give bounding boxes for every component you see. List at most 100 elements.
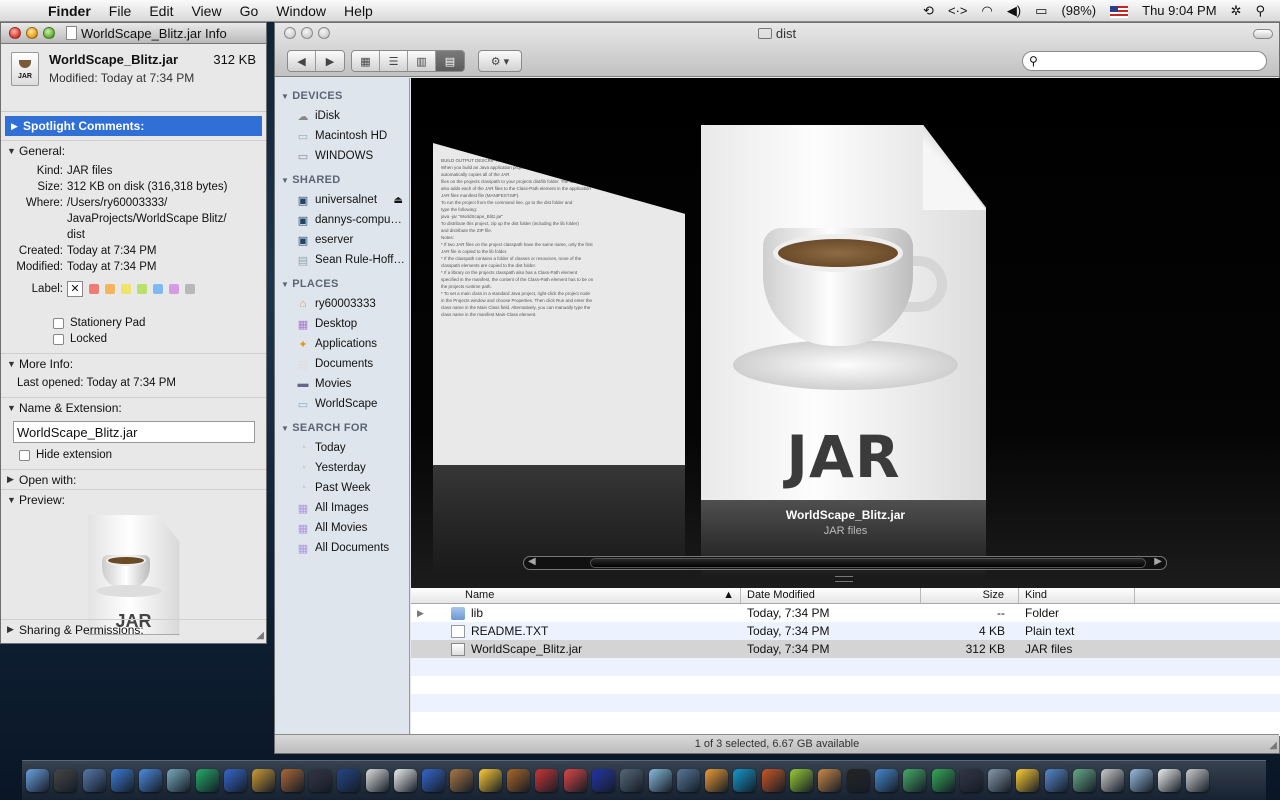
folder-icon[interactable] bbox=[1129, 769, 1153, 792]
column-kind[interactable]: Kind bbox=[1019, 588, 1135, 603]
sidebar-item-all-images[interactable]: ▦ All Images bbox=[275, 498, 409, 518]
sidebar-item-today[interactable]: ◔ Today bbox=[275, 438, 409, 458]
label-color-4[interactable] bbox=[153, 284, 163, 294]
clock[interactable]: Thu 9:04 PM bbox=[1135, 3, 1223, 18]
game-icon[interactable] bbox=[790, 769, 814, 792]
menu-view[interactable]: View bbox=[182, 3, 230, 19]
quicktime2-icon[interactable] bbox=[874, 769, 898, 792]
resize-grip-icon[interactable]: ◢ bbox=[1269, 740, 1277, 751]
timemachine-icon[interactable] bbox=[931, 769, 955, 792]
action-menu-button[interactable]: ⚙ ▾ bbox=[478, 50, 522, 72]
textedit-icon[interactable] bbox=[393, 769, 417, 792]
forward-button[interactable]: ▶ bbox=[316, 51, 344, 71]
sidebar-item-yesterday[interactable]: ◔ Yesterday bbox=[275, 458, 409, 478]
hide-extension-checkbox[interactable]: Hide extension bbox=[1, 447, 266, 463]
section-general[interactable]: ▼ General: bbox=[1, 140, 266, 160]
itunes-icon[interactable] bbox=[167, 769, 191, 792]
dvd-icon[interactable] bbox=[337, 769, 361, 792]
iphoto-icon[interactable] bbox=[450, 769, 474, 792]
sidebar-header-shared[interactable]: ▼ SHARED bbox=[275, 170, 409, 190]
transmission-icon[interactable] bbox=[818, 769, 842, 792]
ical-icon[interactable] bbox=[365, 769, 389, 792]
stationery-pad-checkbox[interactable]: Stationery Pad bbox=[1, 315, 266, 331]
app-icon[interactable] bbox=[563, 769, 587, 792]
monitor-icon[interactable] bbox=[676, 769, 700, 792]
finder-icon[interactable] bbox=[26, 769, 49, 792]
readme-preview[interactable]: BUILD OUTPUT DESCRIPTION When you build a… bbox=[433, 143, 685, 465]
netnewswire-icon[interactable] bbox=[195, 769, 219, 792]
safari-icon[interactable] bbox=[110, 769, 134, 792]
xcode-icon[interactable] bbox=[903, 769, 927, 792]
preview-icon[interactable] bbox=[252, 769, 276, 792]
utility-icon[interactable] bbox=[620, 769, 644, 792]
photo-icon[interactable] bbox=[280, 769, 304, 792]
sidebar-item-movies[interactable]: ▬ Movies bbox=[275, 374, 409, 394]
battery-percent[interactable]: (98%) bbox=[1054, 3, 1103, 18]
sidebar-header-devices[interactable]: ▼ DEVICES bbox=[275, 86, 409, 106]
sidebar-item-idisk[interactable]: ☁ iDisk bbox=[275, 106, 409, 126]
sidebar-item-documents[interactable]: ▤ Documents bbox=[275, 354, 409, 374]
section-sharing-permissions[interactable]: ▶ Sharing & Permissions: bbox=[1, 619, 266, 639]
label-color-1[interactable] bbox=[105, 284, 115, 294]
list-view-button[interactable]: ☰ bbox=[380, 51, 408, 71]
sidebar-item-macintosh-hd[interactable]: ▭ Macintosh HD bbox=[275, 126, 409, 146]
book-icon[interactable] bbox=[535, 769, 559, 792]
trash2-icon[interactable] bbox=[1101, 769, 1125, 792]
label-color-6[interactable] bbox=[185, 284, 195, 294]
label-color-5[interactable] bbox=[169, 284, 179, 294]
volume-icon[interactable]: ◀) bbox=[1000, 3, 1028, 19]
sidebar-item-ry60003333[interactable]: ⌂ ry60003333 bbox=[275, 294, 409, 314]
flag-icon[interactable] bbox=[1103, 3, 1135, 18]
menu-window[interactable]: Window bbox=[267, 3, 335, 19]
sonic-icon[interactable] bbox=[591, 769, 615, 792]
sidebar-item-worldscape[interactable]: ▭ WorldScape bbox=[275, 394, 409, 414]
resize-grip-icon[interactable]: ◢ bbox=[256, 630, 264, 641]
chart-icon[interactable] bbox=[1072, 769, 1096, 792]
label-color-3[interactable] bbox=[137, 284, 147, 294]
locked-checkbox[interactable]: Locked bbox=[1, 331, 266, 347]
file-row[interactable]: README.TXT Today, 7:34 PM 4 KB Plain text bbox=[411, 622, 1280, 640]
sidebar-item-past-week[interactable]: ◔ Past Week bbox=[275, 478, 409, 498]
minimize-button[interactable] bbox=[26, 27, 38, 39]
bulb-icon[interactable] bbox=[648, 769, 672, 792]
close-button[interactable] bbox=[9, 27, 21, 39]
gear-icon[interactable] bbox=[1044, 769, 1068, 792]
toolbar-toggle-button[interactable] bbox=[1253, 29, 1273, 39]
zoom-button[interactable] bbox=[43, 27, 55, 39]
spotlight-icon[interactable]: ⚲ bbox=[1248, 3, 1272, 19]
sidebar-header-search[interactable]: ▼ SEARCH FOR bbox=[275, 418, 409, 438]
section-name-extension[interactable]: ▼ Name & Extension: bbox=[1, 397, 266, 417]
systempref-icon[interactable] bbox=[988, 769, 1012, 792]
coverflow-view-button[interactable]: ▤ bbox=[436, 51, 464, 71]
eject-icon[interactable]: ⏏ bbox=[394, 195, 403, 206]
coverflow-scrollbar[interactable]: ◀ ▶ bbox=[523, 556, 1167, 570]
label-color-2[interactable] bbox=[121, 284, 131, 294]
column-size[interactable]: Size bbox=[921, 588, 1019, 603]
column-date-modified[interactable]: Date Modified bbox=[741, 588, 921, 603]
network-icon[interactable] bbox=[224, 769, 248, 792]
column-name[interactable]: Name ▲ bbox=[411, 588, 741, 603]
sidebar-item-dannys-compu-[interactable]: ▣ dannys-compu… bbox=[275, 210, 409, 230]
name-field[interactable]: WorldScape_Blitz.jar bbox=[13, 421, 255, 443]
time-machine-icon[interactable]: ⟲ bbox=[916, 3, 941, 19]
menu-edit[interactable]: Edit bbox=[140, 3, 182, 19]
sidebar-item-sean-rule-hoff-[interactable]: ▤ Sean Rule-Hoff… bbox=[275, 250, 409, 270]
sidebar-item-all-documents[interactable]: ▦ All Documents bbox=[275, 538, 409, 558]
terminal-icon[interactable] bbox=[846, 769, 870, 792]
column-view-button[interactable]: ▥ bbox=[408, 51, 436, 71]
sidebar-item-desktop[interactable]: ▦ Desktop bbox=[275, 314, 409, 334]
search-field[interactable]: ⚲ bbox=[1022, 51, 1267, 71]
sidebar-item-windows[interactable]: ▭ WINDOWS bbox=[275, 146, 409, 166]
menu-file[interactable]: File bbox=[100, 3, 141, 19]
photo2-icon[interactable] bbox=[959, 769, 983, 792]
icon-view-button[interactable]: ▦ bbox=[352, 51, 380, 71]
sidebar-item-all-movies[interactable]: ▦ All Movies bbox=[275, 518, 409, 538]
adium-icon[interactable] bbox=[478, 769, 502, 792]
sidebar-header-places[interactable]: ▼ PLACES bbox=[275, 274, 409, 294]
split-resize-handle[interactable] bbox=[835, 576, 853, 582]
garageband-icon[interactable] bbox=[507, 769, 531, 792]
label-none-button[interactable]: ✕ bbox=[67, 281, 83, 297]
menu-help[interactable]: Help bbox=[335, 3, 382, 19]
scroll-thumb[interactable] bbox=[590, 558, 1146, 568]
label-color-0[interactable] bbox=[89, 284, 99, 294]
